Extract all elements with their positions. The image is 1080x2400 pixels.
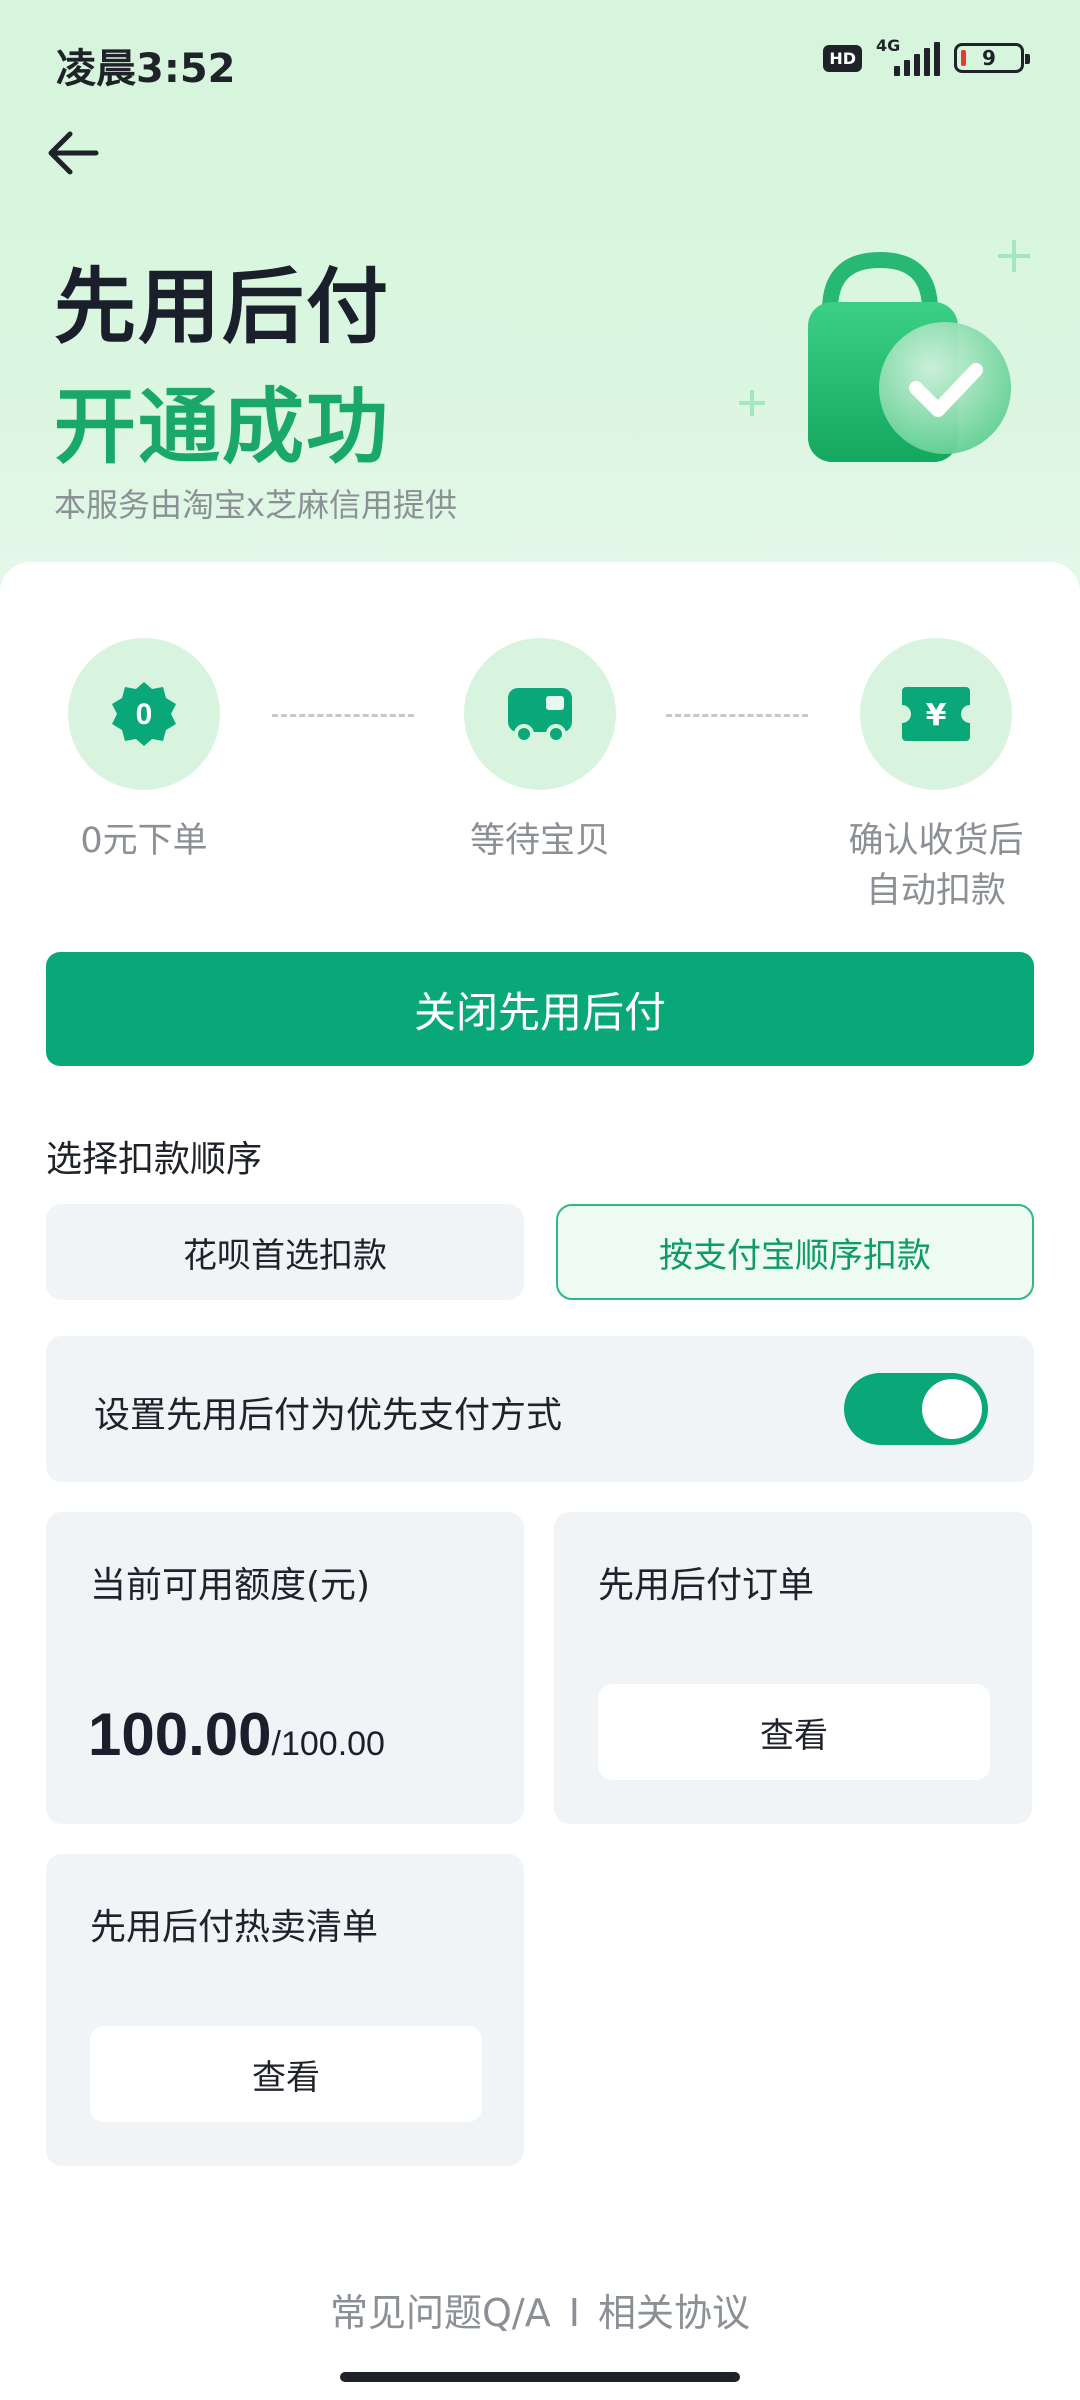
signal-icon: 4G (876, 36, 940, 76)
alipay-order-option[interactable]: 按支付宝顺序扣款 (556, 1204, 1034, 1300)
view-hot-list-button[interactable]: 查看 (90, 2026, 482, 2122)
yen-ticket-icon: ¥ (902, 687, 970, 741)
faq-link[interactable]: 常见问题Q/A (330, 2291, 551, 2335)
close-pay-later-button[interactable]: 关闭先用后付 (46, 952, 1034, 1066)
step-label: 等待宝贝 (469, 821, 610, 861)
step-deduct: ¥ 确认收货后 自动扣款 (786, 638, 1080, 916)
success-title: 开通成功 (54, 380, 391, 475)
step-circle: ¥ (860, 638, 1012, 790)
priority-payment-row: 设置先用后付为优先支付方式 (46, 1336, 1034, 1482)
step-circle: 0 (68, 638, 220, 790)
credit-value: 100.00 /100.00 (88, 1700, 385, 1769)
hd-badge: HD (823, 44, 862, 72)
back-button[interactable] (38, 118, 108, 188)
provider-note: 本服务由淘宝x芝麻信用提供 (54, 486, 457, 524)
deduction-section-title: 选择扣款顺序 (46, 1139, 263, 1180)
credit-available: 100.00 (88, 1701, 272, 1768)
priority-payment-toggle[interactable] (844, 1373, 988, 1445)
step-label: 确认收货后 自动扣款 (786, 816, 1080, 916)
step-order: 0 0元下单 (0, 638, 294, 866)
step-label-line1: 确认收货后 (848, 821, 1024, 861)
credit-title: 当前可用额度(元) (90, 1565, 371, 1606)
toggle-knob (922, 1379, 982, 1439)
step-label: 0元下单 (80, 821, 208, 861)
status-bar: 凌晨3:52 HD 4G 9 (0, 0, 1080, 120)
zero-glyph: 0 (136, 698, 153, 731)
step-circle (464, 638, 616, 790)
yen-glyph: ¥ (926, 698, 947, 733)
truck-icon (508, 688, 572, 744)
orders-title: 先用后付订单 (598, 1565, 815, 1606)
status-icons: HD 4G 9 (823, 36, 1030, 76)
arrow-left-icon (48, 131, 99, 175)
hot-list-tile: 先用后付热卖清单 查看 (46, 1854, 524, 2166)
page-title: 先用后付 (54, 260, 391, 355)
footer-links: 常见问题Q/A I 相关协议 (0, 2282, 1080, 2337)
credit-total: /100.00 (271, 1725, 385, 1763)
shopping-bag-check-icon (739, 240, 1030, 462)
battery-level: 9 (982, 46, 996, 70)
view-orders-button[interactable]: 查看 (598, 1684, 990, 1780)
step-label-line2: 自动扣款 (865, 871, 1006, 911)
home-indicator[interactable] (340, 2372, 740, 2382)
orders-tile: 先用后付订单 查看 (554, 1512, 1032, 1824)
footer-separator: I (568, 2291, 580, 2335)
step-wait: 等待宝贝 (390, 638, 690, 866)
status-time: 凌晨3:52 (56, 46, 236, 92)
zero-badge-icon: 0 (112, 682, 176, 746)
agreement-link[interactable]: 相关协议 (598, 2291, 750, 2335)
battery-icon: 9 (954, 43, 1030, 73)
huabei-first-option[interactable]: 花呗首选扣款 (46, 1204, 524, 1300)
priority-payment-label: 设置先用后付为优先支付方式 (94, 1395, 563, 1436)
hot-list-title: 先用后付热卖清单 (90, 1907, 379, 1948)
credit-tile: 当前可用额度(元) 100.00 /100.00 (46, 1512, 524, 1824)
